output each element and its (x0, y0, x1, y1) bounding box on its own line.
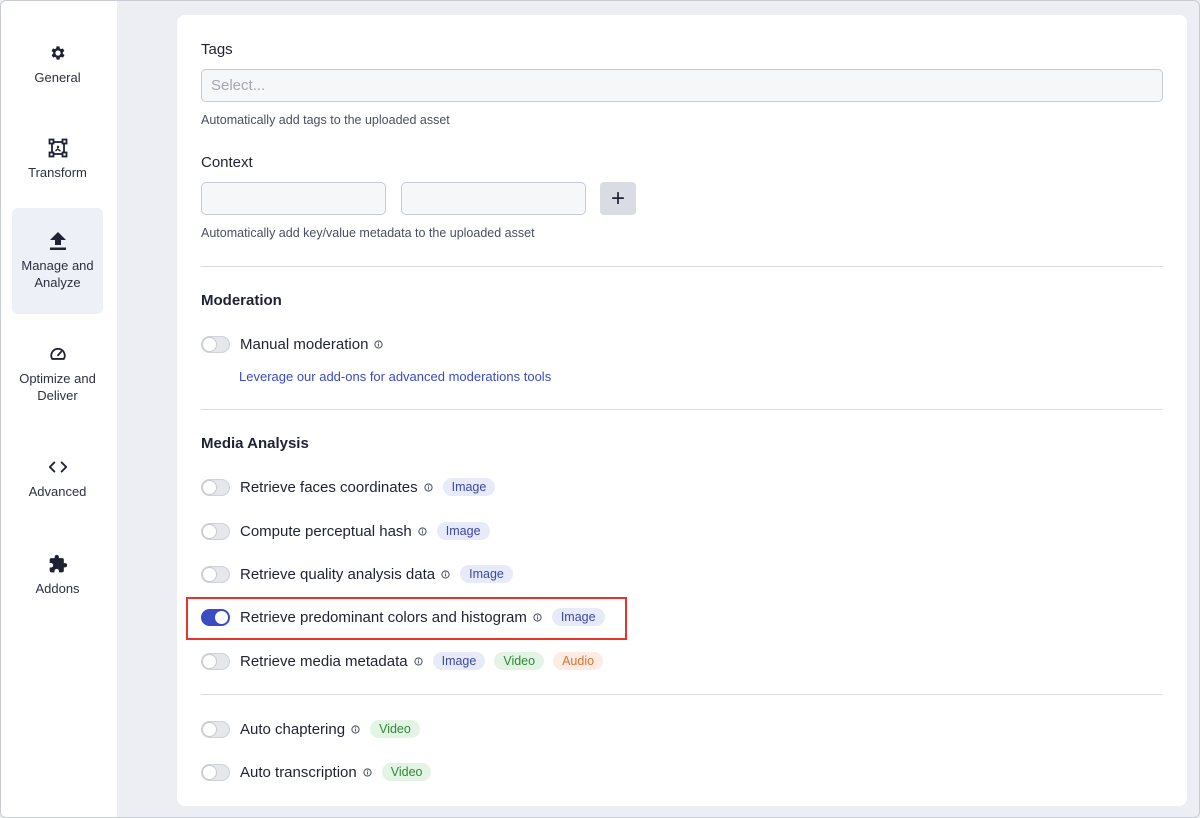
moderation-addons-link[interactable]: Leverage our add-ons for advanced modera… (239, 369, 551, 384)
image-badge: Image (432, 652, 486, 670)
sidebar-item-label: Advanced (28, 483, 87, 499)
audio-badge: Audio (553, 652, 604, 670)
toggle-knob (203, 654, 216, 668)
transform-icon (48, 138, 68, 158)
auto-transcription-label: Auto transcription (240, 763, 357, 781)
divider (201, 409, 1163, 410)
settings-panel: Tags Select... Automatically add tags to… (177, 15, 1187, 806)
video-badge: Video (370, 720, 420, 738)
add-context-button[interactable]: + (600, 182, 636, 215)
toggle-knob (203, 480, 216, 494)
perceptual-hash-label: Compute perceptual hash (240, 522, 412, 540)
sidebar-item-optimize-and-deliver[interactable]: Optimize and Deliver (12, 341, 103, 407)
toggle-knob (215, 610, 228, 624)
divider (201, 694, 1163, 695)
puzzle-icon (48, 554, 68, 574)
quality-analysis-label: Retrieve quality analysis data (240, 565, 436, 583)
sidebar-item-manage-and-analyze[interactable]: Manage and Analyze (12, 208, 103, 314)
auto-transcription-toggle[interactable] (201, 763, 230, 781)
sidebar-item-addons[interactable]: Addons (12, 547, 103, 603)
image-badge: Image (442, 478, 496, 496)
tags-select[interactable]: Select... (201, 69, 1163, 102)
media-analysis-title: Media Analysis (201, 435, 309, 452)
media-metadata-toggle[interactable] (201, 652, 230, 670)
toggle-knob (203, 567, 216, 581)
auto-chaptering-label: Auto chaptering (240, 720, 346, 738)
perceptual-hash-row: Compute perceptual hash Image (201, 520, 499, 542)
info-icon[interactable] (418, 526, 427, 536)
toggle-knob (203, 524, 216, 538)
auto-chaptering-toggle[interactable] (201, 720, 230, 738)
info-icon[interactable] (413, 656, 423, 666)
manual-moderation-row: Manual moderation (201, 333, 393, 355)
gear-icon (48, 43, 68, 63)
perceptual-hash-toggle[interactable] (201, 522, 230, 540)
retrieve-faces-label: Retrieve faces coordinates (240, 478, 418, 496)
context-label: Context (201, 154, 253, 171)
toggle-knob (203, 722, 216, 736)
tags-label: Tags (201, 41, 233, 58)
plus-icon: + (610, 184, 625, 212)
manual-moderation-toggle[interactable] (201, 335, 230, 353)
manual-moderation-label: Manual moderation (240, 335, 369, 353)
info-icon[interactable] (351, 724, 360, 734)
app-window: General Transform Manage and Analyze Opt… (0, 0, 1200, 818)
tags-placeholder: Select... (211, 77, 266, 94)
sidebar-item-label: Addons (35, 580, 80, 596)
sidebar: General Transform Manage and Analyze Opt… (1, 1, 117, 817)
sidebar-item-transform[interactable]: Transform (12, 129, 103, 189)
code-icon (48, 457, 68, 477)
info-icon[interactable] (374, 339, 384, 349)
media-metadata-label: Retrieve media metadata (240, 652, 408, 670)
quality-analysis-toggle[interactable] (201, 565, 230, 583)
sidebar-item-label: General (34, 69, 81, 85)
divider (201, 266, 1163, 267)
info-icon[interactable] (423, 482, 433, 492)
sidebar-item-label: Optimize and Deliver (19, 371, 96, 403)
sidebar-item-label: Transform (28, 164, 87, 180)
upload-icon (48, 231, 68, 251)
sidebar-item-general[interactable]: General (12, 35, 103, 93)
auto-chaptering-row: Auto chaptering Video (201, 718, 429, 740)
sidebar-item-label: Manage and Analyze (21, 258, 94, 290)
context-key-input[interactable] (201, 182, 386, 215)
auto-transcription-row: Auto transcription Video (201, 761, 440, 783)
moderation-title: Moderation (201, 292, 282, 309)
sidebar-item-advanced[interactable]: Advanced (12, 453, 103, 503)
image-badge: Image (436, 522, 490, 540)
video-badge: Video (381, 763, 432, 781)
retrieve-faces-toggle[interactable] (201, 478, 230, 496)
tags-help-text: Automatically add tags to the uploaded a… (201, 113, 450, 127)
toggle-knob (203, 337, 216, 351)
image-badge: Image (460, 565, 513, 583)
retrieve-faces-row: Retrieve faces coordinates Image (201, 476, 504, 498)
quality-analysis-row: Retrieve quality analysis data Image (201, 563, 522, 585)
info-icon[interactable] (363, 767, 372, 777)
context-help-text: Automatically add key/value metadata to … (201, 226, 535, 240)
gauge-icon (48, 344, 68, 364)
predominant-colors-toggle[interactable] (201, 608, 230, 626)
image-badge: Image (551, 608, 605, 626)
predominant-colors-label: Retrieve predominant colors and histogra… (240, 608, 527, 626)
video-badge: Video (494, 652, 545, 670)
info-icon[interactable] (533, 612, 542, 622)
media-metadata-row: Retrieve media metadata Image Video Audi… (201, 650, 612, 672)
toggle-knob (203, 765, 216, 779)
info-icon[interactable] (441, 569, 450, 579)
predominant-colors-row: Retrieve predominant colors and histogra… (201, 606, 614, 628)
context-value-input[interactable] (401, 182, 586, 215)
